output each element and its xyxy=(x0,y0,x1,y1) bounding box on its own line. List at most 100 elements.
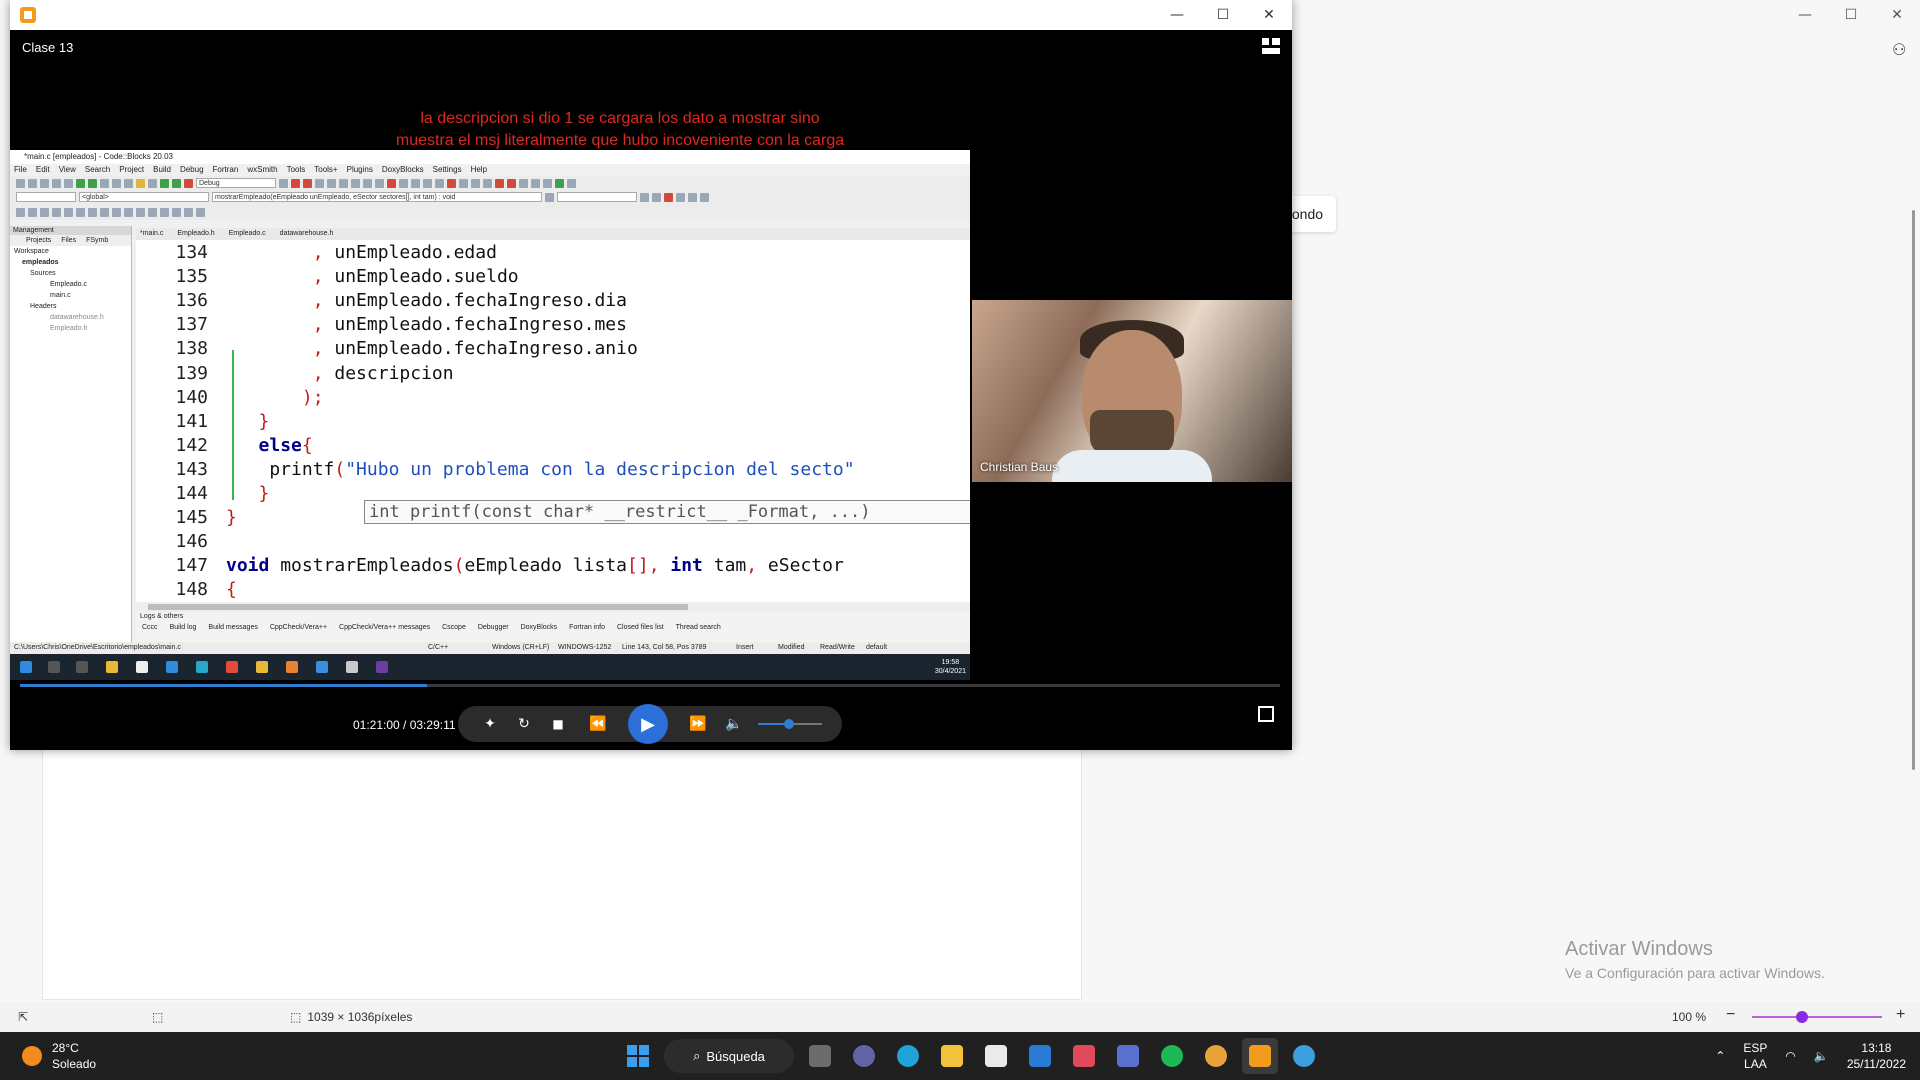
media-player-icon[interactable] xyxy=(1242,1038,1278,1074)
tab-files[interactable]: Files xyxy=(61,235,76,246)
snipping-icon[interactable] xyxy=(1066,1038,1102,1074)
code-line: , unEmpleado.fechaIngreso.mes xyxy=(312,314,627,336)
tree-item-project[interactable]: empleados xyxy=(14,257,131,268)
wifi-icon[interactable]: ◠ xyxy=(1785,1049,1795,1063)
menu-item[interactable]: Settings xyxy=(433,164,462,176)
tree-item-headers[interactable]: Headers xyxy=(14,301,131,312)
stop-button[interactable]: ■ xyxy=(546,712,570,736)
menu-item[interactable]: Debug xyxy=(180,164,204,176)
taskbar-apps: ⌕ Búsqueda xyxy=(620,1038,1322,1074)
menu-item[interactable]: View xyxy=(59,164,76,176)
menu-item[interactable]: Tools xyxy=(287,164,306,176)
video-area[interactable]: la descripcion si dio 1 se cargara los d… xyxy=(10,30,970,750)
weather-widget[interactable]: 28°C Soleado xyxy=(22,1040,96,1072)
zoom-slider[interactable] xyxy=(1752,1016,1882,1018)
log-tab[interactable]: CppCheck/Vera++ messages xyxy=(339,624,430,631)
log-tab[interactable]: Debugger xyxy=(478,624,509,631)
scroll-thumb[interactable] xyxy=(148,604,688,610)
subtitles-icon[interactable]: ✦ xyxy=(478,712,502,736)
language-indicator[interactable]: ESP LAA xyxy=(1743,1040,1767,1072)
tree-item-sources[interactable]: Sources xyxy=(14,268,131,279)
vertical-scrollbar[interactable] xyxy=(1912,210,1915,770)
rewind-button[interactable]: ⏪ xyxy=(586,712,610,736)
seek-bar[interactable] xyxy=(20,684,1280,687)
editor-file-tabs: *main.c Empleado.h Empleado.c datawareho… xyxy=(136,228,970,240)
expand-icon[interactable] xyxy=(1258,706,1274,722)
layout-icon[interactable] xyxy=(1262,38,1280,54)
background-close-button[interactable]: ✕ xyxy=(1874,0,1920,30)
loop-button[interactable]: ↻ xyxy=(512,712,536,736)
video-title: Clase 13 xyxy=(22,40,74,55)
editor-horizontal-scrollbar[interactable] xyxy=(136,602,970,612)
spotify-icon[interactable] xyxy=(1154,1038,1190,1074)
code-line: , unEmpleado.fechaIngreso.dia xyxy=(312,290,627,312)
file-tab[interactable]: Empleado.h xyxy=(177,228,214,240)
status-lang: C/C++ xyxy=(428,644,449,651)
share-icon[interactable]: ⚇ xyxy=(1892,40,1906,60)
menu-item[interactable]: Build xyxy=(153,164,171,176)
code-editor[interactable]: 134 135 136 137 138 139 140 141 142 143 144 145 146 1… xyxy=(136,240,970,602)
menu-item[interactable]: Project xyxy=(119,164,144,176)
edge-icon[interactable] xyxy=(890,1038,926,1074)
log-tab[interactable]: Build messages xyxy=(208,624,257,631)
volume-icon[interactable]: 🔈 xyxy=(722,712,746,736)
log-tab[interactable]: Closed files list xyxy=(617,624,664,631)
tree-item-file[interactable]: datawarehouse.h xyxy=(14,312,131,323)
volume-slider-thumb[interactable] xyxy=(784,719,794,729)
file-tab[interactable]: datawarehouse.h xyxy=(280,228,334,240)
file-tab[interactable]: *main.c xyxy=(140,228,163,240)
zoom-slider-thumb[interactable] xyxy=(1796,1011,1808,1023)
tab-projects[interactable]: Projects xyxy=(26,235,51,246)
menu-item[interactable]: Help xyxy=(471,164,487,176)
taskview-icon xyxy=(76,661,88,673)
taskbar-search-button[interactable]: ⌕ Búsqueda xyxy=(664,1039,794,1073)
log-tab[interactable]: Fortran info xyxy=(569,624,605,631)
file-tab[interactable]: Empleado.c xyxy=(229,228,266,240)
player-close-button[interactable]: ✕ xyxy=(1246,0,1292,30)
tree-item-file[interactable]: Empleado.c xyxy=(14,279,131,290)
tab-fsymb[interactable]: FSymb xyxy=(86,235,108,246)
log-tab[interactable]: Cscope xyxy=(442,624,466,631)
zoom-out-button[interactable]: − xyxy=(1726,1006,1735,1024)
app-blue-icon[interactable] xyxy=(1110,1038,1146,1074)
play-button[interactable]: ▶ xyxy=(628,704,668,744)
log-tab[interactable]: CppCheck/Vera++ xyxy=(270,624,327,631)
zoom-in-button[interactable]: + xyxy=(1896,1006,1905,1024)
tree-item-file[interactable]: Empleado.h xyxy=(14,323,131,334)
code-line: else{ xyxy=(258,434,313,456)
code-line: printf("Hubo un problema con la descripc… xyxy=(226,458,855,480)
menu-item[interactable]: Plugins xyxy=(347,164,373,176)
log-tab[interactable]: Thread search xyxy=(676,624,721,631)
background-maximize-button[interactable]: ☐ xyxy=(1828,0,1874,30)
menu-item[interactable]: Tools+ xyxy=(314,164,337,176)
store-icon[interactable] xyxy=(978,1038,1014,1074)
player-maximize-button[interactable]: ☐ xyxy=(1200,0,1246,30)
windows-taskbar: 28°C Soleado ⌕ Búsqueda ⌃ ESP LAA ◠ 🔈 13… xyxy=(0,1032,1920,1080)
menu-item[interactable]: File xyxy=(14,164,27,176)
paint-icon[interactable] xyxy=(1286,1038,1322,1074)
chevron-up-icon[interactable]: ⌃ xyxy=(1715,1049,1725,1063)
mail-icon[interactable] xyxy=(1022,1038,1058,1074)
menu-item[interactable]: Search xyxy=(85,164,110,176)
log-tab[interactable]: Build log xyxy=(170,624,197,631)
file-explorer-icon[interactable] xyxy=(934,1038,970,1074)
forward-button[interactable]: ⏩ xyxy=(686,712,710,736)
menu-item[interactable]: Edit xyxy=(36,164,50,176)
task-view-icon[interactable] xyxy=(802,1038,838,1074)
menu-item[interactable]: wxSmith xyxy=(247,164,277,176)
tree-item-workspace[interactable]: Workspace xyxy=(14,246,131,257)
system-tray: ⌃ ESP LAA ◠ 🔈 13:18 25/11/2022 xyxy=(1715,1032,1906,1080)
menu-item[interactable]: Fortran xyxy=(213,164,239,176)
start-button[interactable] xyxy=(620,1038,656,1074)
player-minimize-button[interactable]: — xyxy=(1154,0,1200,30)
background-minimize-button[interactable]: — xyxy=(1782,0,1828,30)
log-tab[interactable]: DoxyBlocks xyxy=(521,624,558,631)
teams-icon[interactable] xyxy=(846,1038,882,1074)
tree-item-file[interactable]: main.c xyxy=(14,290,131,301)
log-tab[interactable]: Cccc xyxy=(142,624,158,631)
clock[interactable]: 13:18 25/11/2022 xyxy=(1847,1040,1906,1072)
chrome-icon[interactable] xyxy=(1198,1038,1234,1074)
line-number: 143 xyxy=(175,458,208,480)
menu-item[interactable]: DoxyBlocks xyxy=(382,164,424,176)
speaker-icon[interactable]: 🔈 xyxy=(1814,1049,1829,1063)
